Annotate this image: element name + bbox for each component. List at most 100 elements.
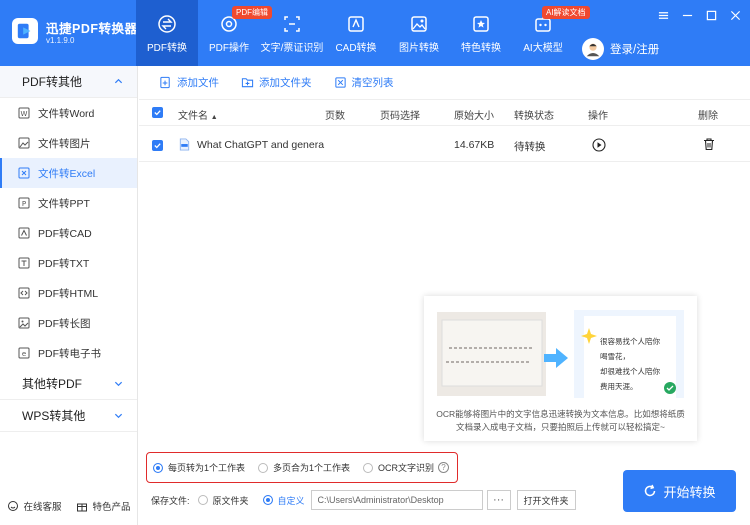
- tab-special[interactable]: 特色转换: [450, 0, 512, 66]
- image-icon: [411, 16, 427, 32]
- save-custom-label: 自定义: [277, 495, 305, 506]
- minimize-icon: [682, 14, 692, 16]
- tab-label: PDF操作: [209, 43, 249, 54]
- open-folder-button[interactable]: 打开文件夹: [516, 490, 576, 510]
- ocr-result-line: 喝雪花，: [600, 352, 630, 361]
- sidebar-item-label: 文件转Excel: [38, 167, 96, 180]
- app-logo: [12, 18, 38, 44]
- check-icon: [154, 143, 161, 149]
- featured-products-label: 特色产品: [92, 502, 131, 513]
- option-each-page-sheet[interactable]: 每页转为1个工作表: [153, 461, 245, 474]
- radio-unselected[interactable]: [197, 495, 208, 505]
- txt-icon: [18, 257, 30, 269]
- close-button[interactable]: [728, 8, 742, 22]
- sidebar-item-txt[interactable]: PDF转TXT: [0, 248, 137, 278]
- sidebar-group-wps-to-other[interactable]: WPS转其他: [0, 400, 137, 432]
- row-status: 待转换: [514, 141, 546, 153]
- sidebar-group-other-to-pdf[interactable]: 其他转PDF: [0, 368, 137, 400]
- radio-unselected[interactable]: [363, 462, 374, 473]
- sidebar-item-label: PDF转长图: [38, 317, 91, 330]
- clear-list-button[interactable]: 清空列表: [334, 75, 394, 90]
- file-table-header: 文件名 ▲ 页数 页码选择 原始大小 转换状态 操作 删除: [139, 100, 750, 126]
- sidebar-item-label: PDF转TXT: [38, 257, 90, 270]
- group-label: WPS转其他: [22, 409, 86, 423]
- sidebar-item-word[interactable]: W 文件转Word: [0, 98, 137, 128]
- menu-button[interactable]: [656, 8, 670, 22]
- app-version: v1.1.9.0: [46, 36, 75, 45]
- featured-products-button[interactable]: 特色产品: [76, 499, 131, 513]
- option-ocr[interactable]: OCR文字识别 ?: [363, 461, 450, 474]
- add-folder-label: 添加文件夹: [259, 77, 312, 89]
- radio-selected[interactable]: [153, 462, 163, 473]
- add-file-button[interactable]: 添加文件: [159, 75, 219, 90]
- maximize-button[interactable]: [704, 8, 718, 22]
- sidebar-item-ebook[interactable]: e PDF转电子书: [0, 338, 137, 368]
- file-toolbar: 添加文件 添加文件夹 清空列表: [139, 66, 750, 100]
- long-image-icon: [18, 317, 30, 329]
- save-path-input[interactable]: [310, 490, 483, 510]
- option-label: 每页转为1个工作表: [168, 463, 246, 473]
- group-label: 其他转PDF: [22, 377, 83, 391]
- col-pages-header: 页数: [325, 111, 345, 122]
- sidebar-item-image[interactable]: 文件转图片: [0, 128, 137, 158]
- trash-icon: [704, 138, 714, 151]
- ocr-result-text: 很容易找个人陪你 喝雪花， 却很难找个人陪你 费用天涯。: [600, 334, 660, 394]
- save-custom-folder[interactable]: 自定义: [262, 494, 305, 507]
- refresh-icon: [645, 484, 656, 497]
- close-icon: [730, 10, 740, 20]
- radio-unselected[interactable]: [258, 462, 269, 473]
- sidebar-item-ppt[interactable]: P 文件转PPT: [0, 188, 137, 218]
- col-filename-header[interactable]: 文件名 ▲: [178, 107, 218, 122]
- user-avatar-icon: [586, 43, 600, 57]
- promo-line: OCR能够将图片中的文字信息迅速转换为文本信息。比如想将纸质: [436, 409, 685, 419]
- row-size: 14.67KB: [454, 139, 495, 151]
- sidebar-item-long-image[interactable]: PDF转长图: [0, 308, 137, 338]
- maximize-icon: [706, 10, 716, 20]
- col-filename-label: 文件名: [178, 111, 208, 122]
- table-row[interactable]: What ChatGPT and genera 14.67KB 待转换: [139, 128, 750, 162]
- clear-list-icon: [334, 77, 346, 88]
- html-icon: [18, 287, 30, 299]
- sidebar-footer: 在线客服 特色产品: [0, 499, 138, 513]
- menu-icon: [658, 11, 668, 19]
- add-folder-icon: [241, 78, 254, 88]
- sidebar-item-excel[interactable]: 文件转Excel: [0, 158, 137, 188]
- svg-text:e: e: [22, 350, 26, 358]
- tab-image[interactable]: 图片转换: [388, 0, 450, 66]
- radio-selected[interactable]: [262, 495, 273, 505]
- ppt-icon: P: [18, 197, 30, 209]
- online-service-button[interactable]: 在线客服: [7, 499, 62, 513]
- start-convert-button[interactable]: 开始转换: [623, 470, 736, 512]
- start-convert-label: 开始转换: [663, 484, 716, 500]
- cad-icon: [18, 227, 30, 239]
- tab-pdf-convert[interactable]: PDF转换: [136, 0, 198, 66]
- logo-icon: [17, 23, 31, 39]
- minimize-button[interactable]: [680, 8, 694, 22]
- login-label: 登录/注册: [610, 44, 660, 56]
- help-icon[interactable]: ?: [438, 462, 450, 473]
- row-checkbox[interactable]: [152, 140, 163, 151]
- save-label: 保存文件:: [151, 495, 190, 506]
- sidebar-group-pdf-to-other[interactable]: PDF转其他: [0, 66, 137, 98]
- gift-icon: [77, 503, 88, 512]
- sidebar-item-html[interactable]: PDF转HTML: [0, 278, 137, 308]
- browse-folder-button[interactable]: ···: [486, 490, 511, 510]
- tab-ocr[interactable]: 文字/票证识别: [260, 0, 324, 66]
- save-original-folder[interactable]: 原文件夹: [197, 494, 249, 507]
- star-icon: [473, 16, 489, 32]
- tab-ai[interactable]: AI解读文档 AI大模型: [512, 0, 590, 66]
- chevron-down-icon: [114, 381, 123, 387]
- option-multi-page-sheet[interactable]: 多页合为1个工作表: [258, 461, 350, 474]
- login-button[interactable]: 登录/注册: [582, 38, 659, 60]
- col-size-header: 原始大小: [454, 111, 494, 122]
- avatar: [582, 38, 604, 60]
- row-filename: What ChatGPT and genera: [197, 139, 325, 151]
- delete-row-button[interactable]: [702, 137, 716, 154]
- convert-row-button[interactable]: [592, 138, 606, 155]
- sidebar-item-cad[interactable]: PDF转CAD: [0, 218, 137, 248]
- tab-cad[interactable]: CAD转换: [324, 0, 388, 66]
- sidebar-item-label: PDF转HTML: [38, 287, 99, 300]
- select-all-checkbox[interactable]: [152, 107, 163, 118]
- tab-pdf-operate[interactable]: PDF编辑 PDF操作: [198, 0, 272, 66]
- add-folder-button[interactable]: 添加文件夹: [241, 75, 312, 90]
